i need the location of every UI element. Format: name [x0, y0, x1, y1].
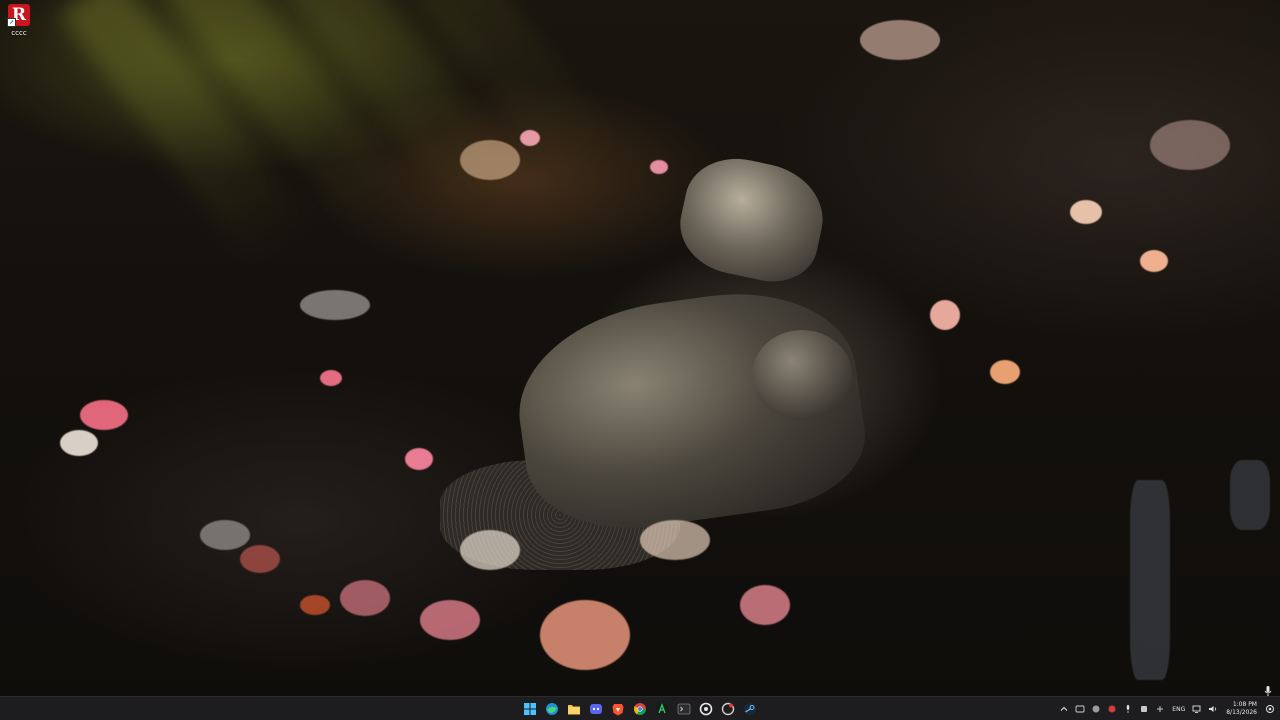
- tray-app-4[interactable]: [1138, 702, 1150, 716]
- notification-center-button[interactable]: [1264, 702, 1276, 716]
- brave-icon: [612, 704, 623, 716]
- steam-button[interactable]: [740, 700, 759, 719]
- microphone-icon[interactable]: [1262, 682, 1274, 696]
- network-icon: [1192, 705, 1201, 713]
- chrome-icon: [633, 703, 646, 716]
- speaker-icon: [1209, 706, 1217, 712]
- tray-app-3[interactable]: [1106, 702, 1118, 716]
- recorder-icon: [721, 702, 734, 716]
- desktop: R ↗ cccc ENG 1:08 PM 8/13/2026: [0, 0, 1280, 720]
- language-indicator[interactable]: ENG: [1170, 706, 1187, 713]
- clock-date: 8/13/2026: [1226, 709, 1257, 716]
- shortcut-arrow-icon: ↗: [7, 18, 16, 27]
- terminal-icon: [677, 703, 690, 715]
- taskbar: ENG 1:08 PM 8/13/2026: [0, 696, 1280, 720]
- circle-app-icon: [699, 702, 712, 716]
- windows-logo-icon: [523, 703, 536, 715]
- desktop-shortcut-cccc[interactable]: R ↗ cccc: [4, 4, 34, 37]
- tray-app-5[interactable]: [1154, 702, 1166, 716]
- edge-button[interactable]: [542, 700, 561, 719]
- microphone-icon: [1127, 705, 1130, 713]
- tray-app-icon: [1157, 706, 1164, 712]
- show-hidden-icons-button[interactable]: [1058, 702, 1070, 716]
- settings-gear-icon: [1266, 705, 1274, 713]
- volume-button[interactable]: [1207, 702, 1219, 716]
- system-tray: ENG 1:08 PM 8/13/2026: [1058, 697, 1280, 720]
- taskbar-apps: [520, 697, 759, 720]
- terminal-button[interactable]: [674, 700, 693, 719]
- discord-button[interactable]: [586, 700, 605, 719]
- text-app-button[interactable]: [652, 700, 671, 719]
- tray-app-icon: [1141, 706, 1148, 712]
- folder-icon: [567, 705, 580, 715]
- tray-red-app-icon: [1108, 705, 1116, 713]
- start-button[interactable]: [520, 700, 539, 719]
- file-explorer-button[interactable]: [564, 700, 583, 719]
- red-r-app-icon: R ↗: [7, 4, 30, 27]
- tray-grey-app-icon: [1092, 705, 1100, 713]
- chevron-up-icon: [1060, 706, 1068, 711]
- chrome-button[interactable]: [630, 700, 649, 719]
- onedrive-like-icon: [1075, 705, 1085, 713]
- edge-icon: [545, 703, 558, 715]
- steam-icon: [743, 703, 756, 715]
- tray-app-2[interactable]: [1090, 702, 1102, 716]
- clock-time: 1:08 PM: [1232, 701, 1257, 708]
- network-button[interactable]: [1191, 702, 1203, 716]
- discord-icon: [589, 704, 602, 714]
- tray-microphone[interactable]: [1122, 702, 1134, 716]
- brave-button[interactable]: [608, 700, 627, 719]
- circular-app-button[interactable]: [696, 700, 715, 719]
- desktop-icon-label: cccc: [11, 29, 27, 37]
- recorder-app-button[interactable]: [718, 700, 737, 719]
- clock[interactable]: 1:08 PM 8/13/2026: [1223, 701, 1260, 717]
- tray-app-1[interactable]: [1074, 702, 1086, 716]
- a-letter-icon: [655, 703, 668, 715]
